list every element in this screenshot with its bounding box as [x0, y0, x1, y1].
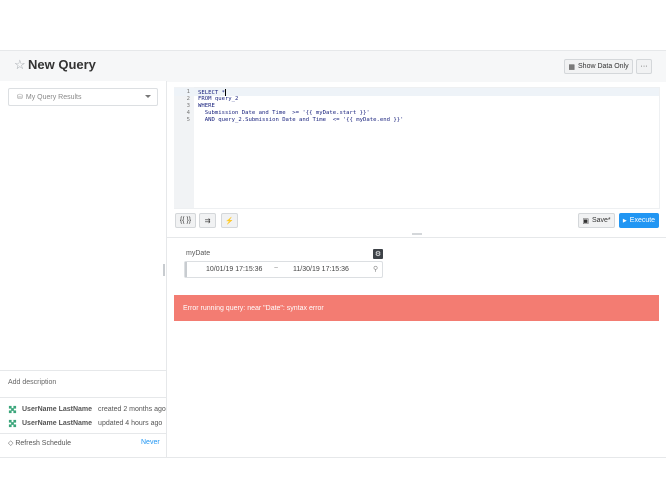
parameter-label: myDate — [186, 250, 211, 257]
chevron-down-icon — [145, 95, 151, 98]
line-number: 2 — [186, 96, 190, 102]
line-number: 4 — [186, 110, 190, 116]
range-separator: ~ — [274, 265, 279, 272]
drag-handle[interactable] — [185, 262, 187, 277]
user-avatar-icon — [8, 419, 17, 428]
line-number: 3 — [186, 103, 190, 109]
user-name: UserName LastName — [22, 406, 93, 413]
user-avatar-icon — [8, 405, 17, 414]
sidebar-resize-handle[interactable] — [163, 264, 165, 276]
execute-button[interactable]: ▶ Execute — [619, 213, 659, 228]
more-icon: ··· — [640, 63, 648, 70]
user-action: updated 4 hours ago — [98, 420, 163, 427]
refresh-schedule-label: ◇ Refresh Schedule — [8, 440, 71, 447]
sidebar — [0, 81, 167, 457]
code-line: AND query_2.Submission Date and Time <= … — [198, 117, 404, 123]
format-query-button[interactable]: ⇉ — [199, 213, 216, 228]
text-cursor — [224, 89, 226, 96]
section-divider — [166, 237, 666, 238]
line-number: 1 — [186, 89, 190, 95]
save-button[interactable]: ▣ Save* — [578, 213, 615, 228]
query-results-select[interactable]: ⛁ My Query Results — [8, 88, 158, 106]
query-editor[interactable] — [174, 87, 660, 209]
show-data-only-button[interactable]: ▦ Show Data Only — [564, 59, 633, 74]
table-icon: ▦ — [568, 63, 576, 71]
more-options-button[interactable]: ··· — [636, 59, 652, 74]
page-title: New Query — [28, 57, 96, 72]
sidebar-divider — [0, 397, 166, 398]
favorite-star-icon[interactable]: ☆ — [14, 57, 26, 73]
start-date-input[interactable]: 10/01/19 17:15:36 — [206, 266, 262, 273]
end-date-input[interactable]: 11/30/19 17:15:36 — [293, 266, 349, 273]
footer-divider — [0, 457, 666, 458]
user-action: created 2 months ago — [98, 406, 166, 413]
sidebar-divider — [0, 370, 166, 371]
line-number: 5 — [186, 117, 190, 123]
add-parameter-button[interactable]: {{ }} — [175, 213, 196, 228]
gear-icon[interactable]: ⚙ — [373, 249, 383, 259]
dynamic-value-icon[interactable]: ⚲ — [373, 265, 378, 273]
lightning-icon: ⚡ — [225, 217, 234, 225]
error-message: Error running query: near "Date": syntax… — [183, 304, 324, 312]
active-line-highlight — [174, 88, 659, 96]
error-banner: Error running query: near "Date": syntax… — [174, 295, 659, 321]
autocomplete-toggle-button[interactable]: ⚡ — [221, 213, 238, 228]
code-line: WHERE — [198, 103, 215, 109]
refresh-schedule-value[interactable]: Never — [141, 439, 160, 446]
updated-by-row: UserName LastName updated 4 hours ago — [8, 419, 162, 428]
save-icon: ▣ — [582, 217, 589, 225]
user-name: UserName LastName — [22, 420, 93, 427]
database-icon: ⛁ — [17, 94, 23, 101]
code-line: SELECT * — [198, 89, 226, 96]
braces-icon: {{ }} — [179, 217, 192, 224]
sidebar-divider — [0, 433, 166, 434]
created-by-row: UserName LastName created 2 months ago — [8, 405, 166, 414]
add-description-link[interactable]: Add description — [8, 379, 56, 386]
top-header-area — [0, 0, 666, 50]
play-icon: ▶ — [622, 217, 627, 224]
code-line: FROM query_2 — [198, 96, 239, 102]
code-line: Submission Date and Time >= '{{ myDate.s… — [198, 110, 370, 116]
indent-icon: ⇉ — [204, 217, 211, 225]
editor-resize-handle[interactable] — [412, 233, 422, 235]
refresh-icon: ◇ — [8, 440, 14, 447]
